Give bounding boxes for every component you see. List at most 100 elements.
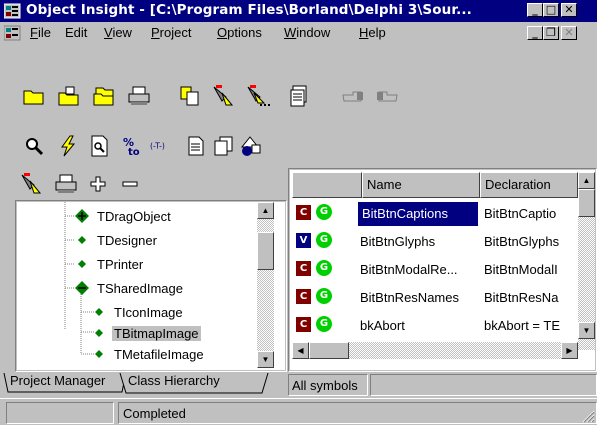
- maximize-button[interactable]: □: [543, 3, 559, 17]
- print-button[interactable]: [127, 84, 151, 108]
- symbol-declaration: BitBtnModalI: [484, 262, 558, 277]
- class-tree[interactable]: TDragObject TDesigner TPrinter TSharedIm…: [17, 202, 285, 370]
- menu-file[interactable]: File: [30, 25, 51, 40]
- symbol-declaration: BitBtnGlyphs: [484, 234, 560, 249]
- maximize-icon: □: [545, 3, 557, 16]
- list-row[interactable]: V G BitBtnGlyphs BitBtnGlyphs: [292, 228, 578, 255]
- tree-scroll-up-button[interactable]: ▲: [257, 202, 274, 219]
- menu-window[interactable]: Window: [284, 25, 330, 40]
- menu-options[interactable]: Options: [217, 25, 262, 40]
- list-row[interactable]: C G BitBtnCaptions BitBtnCaptio: [292, 200, 578, 227]
- minimize-icon: _: [532, 3, 538, 16]
- collapse-button[interactable]: [118, 172, 142, 196]
- status-panel-empty: [6, 402, 114, 424]
- open-folder-icon: [23, 90, 44, 105]
- tree-item[interactable]: TDragObject: [75, 204, 171, 228]
- doc-close-button[interactable]: ✕: [561, 26, 577, 40]
- copy-button[interactable]: [178, 84, 202, 108]
- list-row[interactable]: C GbkAbort bkAbort = TE: [292, 312, 578, 339]
- list-row[interactable]: C G BitBtnResNames BitBtnResNa: [292, 284, 578, 311]
- close-button[interactable]: ✕: [561, 3, 577, 17]
- lightning-button[interactable]: [56, 134, 80, 158]
- symbol-declaration: BitBtnCaptio: [484, 206, 557, 221]
- menu-view[interactable]: View: [104, 25, 132, 40]
- symbol-name: BitBtnModalRe...: [360, 262, 458, 277]
- symbols-info: [370, 374, 597, 396]
- leaf-node-icon: [95, 308, 103, 316]
- back-hand-button[interactable]: [342, 84, 366, 108]
- expand-button[interactable]: [86, 172, 110, 196]
- document-search-icon: [91, 135, 108, 157]
- app-icon[interactable]: [3, 3, 21, 19]
- open-folder-button[interactable]: [22, 84, 46, 108]
- tree-item-label: TDragObject: [97, 208, 171, 224]
- symbol-list[interactable]: Name Declaration C G BitBtnCaptions BitBtnC…: [290, 170, 595, 370]
- shapes-button[interactable]: [240, 134, 264, 158]
- left-filter-button[interactable]: [20, 172, 44, 196]
- new-folder-button[interactable]: [57, 84, 81, 108]
- symbol-type-badge: V: [296, 233, 311, 248]
- menu-help[interactable]: Help: [359, 25, 386, 40]
- tree-item[interactable]: TMetafileImage: [95, 342, 204, 366]
- title-bar[interactable]: Object Insight - [C:\Program Files\Borla…: [0, 0, 597, 22]
- column-header-name[interactable]: Name: [362, 172, 480, 198]
- forward-hand-button[interactable]: [374, 84, 398, 108]
- arrow-up-icon: ▲: [582, 176, 591, 185]
- percent-button[interactable]: % to: [120, 134, 144, 158]
- open-project-button[interactable]: [92, 84, 116, 108]
- page-icon: [188, 136, 204, 156]
- tab-class-hierarchy[interactable]: Class Hierarchy: [124, 372, 224, 392]
- filter-button[interactable]: [212, 84, 236, 108]
- resize-grip-icon[interactable]: [581, 409, 595, 423]
- tree-item[interactable]: TSharedImage: [75, 276, 183, 300]
- symbols-filter-label: All symbols: [292, 378, 358, 393]
- percent-icon: %to: [123, 136, 140, 157]
- minimize-button[interactable]: _: [527, 3, 543, 17]
- tree-scroll-thumb[interactable]: [257, 232, 274, 270]
- close-icon: ✕: [564, 26, 574, 39]
- filter-more-icon: [247, 85, 270, 106]
- binding-button[interactable]: (-T-): [150, 134, 174, 158]
- list-scroll-down-button[interactable]: ▼: [578, 322, 595, 339]
- doc-minimize-button[interactable]: _: [527, 26, 543, 40]
- page-button[interactable]: [184, 134, 208, 158]
- left-print-button[interactable]: [54, 172, 78, 196]
- symbols-filter[interactable]: All symbols: [288, 374, 368, 396]
- search-button[interactable]: [22, 134, 46, 158]
- properties-button[interactable]: [288, 84, 312, 108]
- left-toolbar: [0, 170, 288, 200]
- tree-item[interactable]: TDesigner: [78, 228, 157, 252]
- document-search-button[interactable]: [88, 134, 112, 158]
- tree-item[interactable]: TPrinter: [78, 252, 143, 276]
- symbol-declaration: bkAbort = TE: [484, 318, 560, 333]
- column-header-declaration[interactable]: Declaration: [480, 172, 578, 198]
- menu-edit[interactable]: Edit: [65, 25, 87, 40]
- expand-node-icon: [75, 209, 89, 223]
- list-row[interactable]: C G BitBtnModalRe... BitBtnModalI: [292, 256, 578, 283]
- column-header-type[interactable]: [292, 172, 362, 198]
- tree-scrollbar-track[interactable]: [257, 202, 274, 368]
- tree-item-label: TIconImage: [114, 304, 183, 320]
- list-scroll-up-button[interactable]: ▲: [578, 172, 595, 189]
- menu-project[interactable]: Project: [151, 25, 191, 40]
- list-hscroll-thumb[interactable]: [309, 342, 349, 359]
- menu-accel: H: [359, 25, 369, 40]
- symbol-type-badge: C: [296, 317, 311, 332]
- menu-accel: O: [217, 25, 228, 40]
- forward-hand-icon: [377, 91, 398, 102]
- filter-more-button[interactable]: [246, 84, 270, 108]
- pages-button[interactable]: [212, 134, 236, 158]
- doc-restore-button[interactable]: ❐: [543, 26, 559, 40]
- symbol-declaration: BitBtnResNa: [484, 290, 559, 305]
- menu-label: iew: [112, 25, 132, 40]
- shapes-icon: [240, 136, 261, 156]
- leaf-node-icon: [95, 329, 103, 337]
- tree-scroll-down-button[interactable]: ▼: [257, 351, 274, 368]
- status-text: Completed: [123, 406, 186, 421]
- tab-project-manager[interactable]: Project Manager: [6, 372, 109, 392]
- document-icon[interactable]: [3, 25, 21, 41]
- list-scroll-right-button[interactable]: ▶: [561, 342, 578, 359]
- symbol-name: bkAbort: [360, 318, 405, 333]
- list-scroll-thumb[interactable]: [578, 189, 595, 217]
- list-scroll-left-button[interactable]: ◀: [292, 342, 309, 359]
